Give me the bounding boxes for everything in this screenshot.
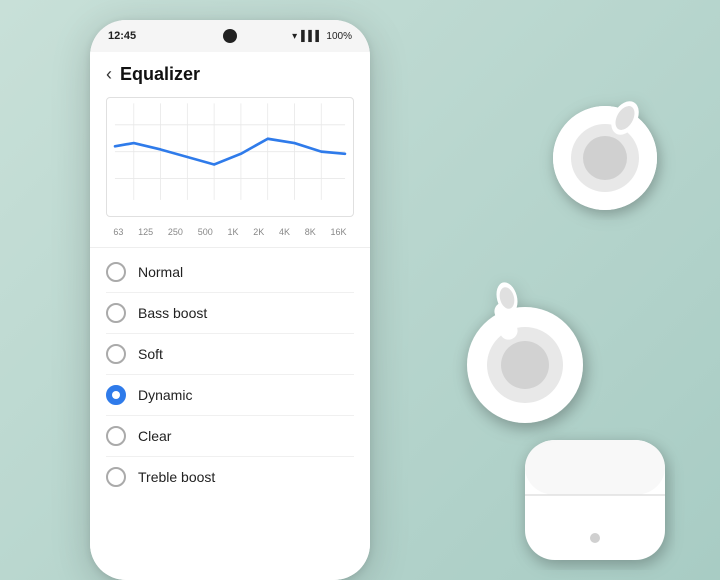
equalizer-chart <box>106 97 354 217</box>
equalizer-header: ‹ Equalizer <box>90 52 370 93</box>
eq-option-dynamic[interactable]: Dynamic <box>106 375 354 416</box>
back-button[interactable]: ‹ <box>106 64 112 85</box>
frequency-labels: 63 125 250 500 1K 2K 4K 8K 16K <box>90 225 370 243</box>
freq-8k: 8K <box>305 227 316 237</box>
freq-16k: 16K <box>331 227 347 237</box>
status-bar: 12:45 ▾ ▌▌▌ 100% <box>90 20 370 52</box>
clock: 12:45 <box>108 30 136 42</box>
eq-option-treble-boost[interactable]: Treble boost <box>106 457 354 497</box>
charging-case <box>515 420 675 570</box>
earbud-right <box>540 90 670 220</box>
equalizer-options-list: Normal Bass boost Soft Dynamic <box>90 252 370 497</box>
eq-option-normal[interactable]: Normal <box>106 252 354 293</box>
earbud-left <box>455 280 600 440</box>
radio-dynamic[interactable] <box>106 385 126 405</box>
page-title: Equalizer <box>120 64 200 85</box>
freq-500: 500 <box>198 227 213 237</box>
eq-option-clear[interactable]: Clear <box>106 416 354 457</box>
radio-dynamic-inner <box>112 391 120 399</box>
freq-250: 250 <box>168 227 183 237</box>
freq-63: 63 <box>113 227 123 237</box>
wifi-icon: ▾ <box>292 31 297 42</box>
freq-4k: 4K <box>279 227 290 237</box>
divider <box>90 247 370 248</box>
screen-content: ‹ Equalizer <box>90 52 370 580</box>
radio-treble-boost[interactable] <box>106 467 126 487</box>
status-icons: ▾ ▌▌▌ 100% <box>292 31 352 42</box>
freq-1k: 1K <box>227 227 238 237</box>
freq-2k: 2K <box>253 227 264 237</box>
radio-clear[interactable] <box>106 426 126 446</box>
freq-125: 125 <box>138 227 153 237</box>
chart-svg <box>107 98 353 216</box>
label-clear: Clear <box>138 428 171 444</box>
camera-notch <box>223 29 237 43</box>
label-dynamic: Dynamic <box>138 387 192 403</box>
radio-bass-boost[interactable] <box>106 303 126 323</box>
radio-soft[interactable] <box>106 344 126 364</box>
signal-icon: ▌▌▌ <box>301 31 322 42</box>
eq-option-bass-boost[interactable]: Bass boost <box>106 293 354 334</box>
label-normal: Normal <box>138 264 183 280</box>
eq-option-soft[interactable]: Soft <box>106 334 354 375</box>
label-soft: Soft <box>138 346 163 362</box>
label-bass-boost: Bass boost <box>138 305 207 321</box>
phone-frame: 12:45 ▾ ▌▌▌ 100% ‹ Equalizer <box>90 20 370 580</box>
radio-normal[interactable] <box>106 262 126 282</box>
battery-icon: 100% <box>326 31 352 42</box>
label-treble-boost: Treble boost <box>138 469 215 485</box>
